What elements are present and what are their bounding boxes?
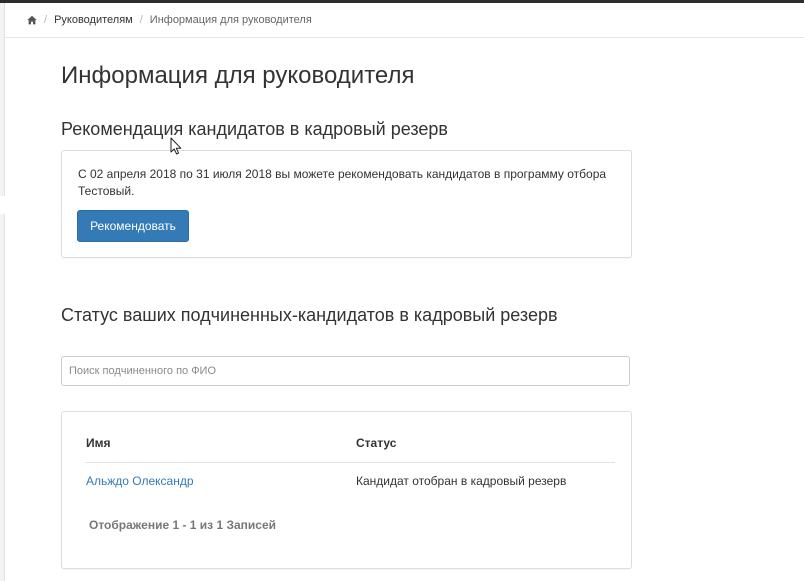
breadcrumb-current: Информация для руководителя — [149, 14, 312, 26]
page-title: Информация для руководителя — [61, 62, 415, 89]
breadcrumb-separator: / — [139, 14, 143, 26]
candidate-status: Кандидат отобран в кадровый резерв — [356, 474, 567, 488]
column-header-status[interactable]: Статус — [356, 436, 396, 450]
status-table-panel: Имя Статус Альждо Олександр Кандидат ото… — [61, 411, 632, 569]
column-header-name[interactable]: Имя — [86, 436, 111, 450]
breadcrumb-link-managers[interactable]: Руководителям — [54, 14, 133, 26]
recommend-button[interactable]: Рекомендовать — [77, 210, 189, 242]
breadcrumb: / Руководителям / Информация для руковод… — [5, 3, 804, 38]
search-subordinate-input[interactable] — [61, 356, 630, 386]
paging-info: Отображение 1 - 1 из 1 Записей — [89, 518, 277, 532]
candidate-name-link[interactable]: Альждо Олександр — [86, 474, 194, 488]
recommend-section-title: Рекомендация кандидатов в кадровый резер… — [61, 119, 448, 139]
mouse-cursor-icon — [170, 137, 182, 160]
sidebar-edge[interactable] — [0, 3, 5, 581]
breadcrumb-separator: / — [44, 14, 48, 26]
table-header: Имя Статус — [85, 436, 615, 463]
table-row: Альждо Олександр Кандидат отобран в кадр… — [85, 463, 615, 499]
recommend-panel: С 02 апреля 2018 по 31 июля 2018 вы може… — [61, 150, 632, 258]
home-icon[interactable] — [27, 15, 37, 25]
recommend-text: С 02 апреля 2018 по 31 июля 2018 вы може… — [78, 167, 607, 198]
sidebar-toggle-notch[interactable] — [0, 196, 5, 214]
status-section-title: Статус ваших подчиненных-кандидатов в ка… — [61, 305, 558, 325]
